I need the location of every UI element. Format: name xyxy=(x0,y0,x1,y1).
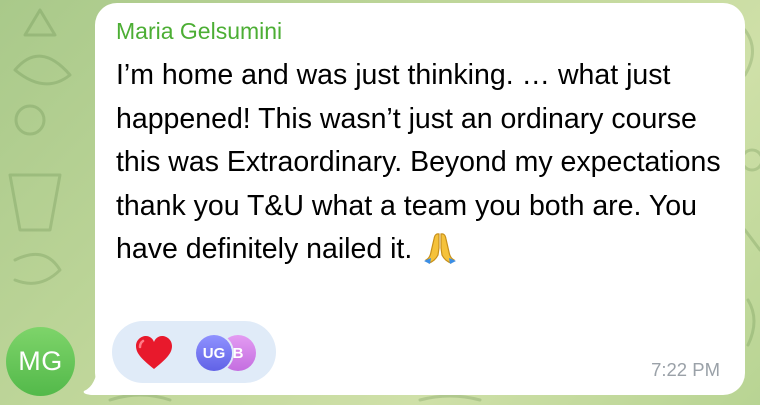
reactor-initials: B xyxy=(232,344,244,362)
sender-name[interactable]: Maria Gelsumini xyxy=(116,18,282,45)
reactor-avatar-ug[interactable]: UG xyxy=(196,335,232,371)
reactor-initials: UG xyxy=(202,344,226,362)
folded-hands-icon xyxy=(422,230,458,278)
reaction-pill[interactable]: B UG xyxy=(112,321,276,383)
message-bubble[interactable]: Maria Gelsumini I’m home and was just th… xyxy=(95,3,745,395)
message-text: I’m home and was just thinking. … what j… xyxy=(116,54,731,278)
avatar-initials: MG xyxy=(18,346,63,376)
message-timestamp: 7:22 PM xyxy=(651,359,720,380)
sender-avatar[interactable]: MG xyxy=(6,327,75,396)
red-heart-icon xyxy=(136,336,172,369)
